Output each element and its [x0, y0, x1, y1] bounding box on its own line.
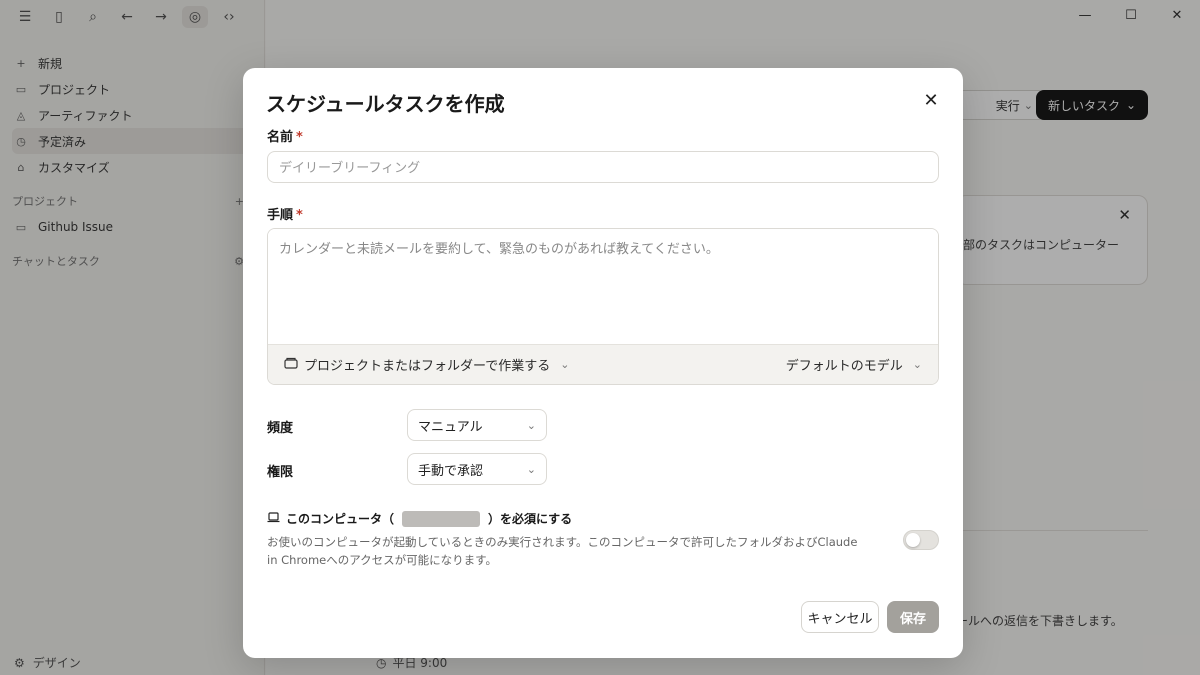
project-folder-button[interactable]: プロジェクトまたはフォルダーで作業する ⌄ — [284, 355, 569, 374]
chevron-down-icon: ⌄ — [560, 358, 570, 371]
chevron-down-icon: ⌄ — [526, 462, 536, 476]
permission-label: 権限 — [267, 465, 294, 480]
steps-label-text: 手順 — [267, 208, 294, 223]
chevron-down-icon: ⌄ — [526, 418, 536, 432]
dialog-title: スケジュールタスクを作成 — [266, 92, 505, 116]
required-mark: * — [296, 208, 303, 223]
frequency-label: 頻度 — [267, 421, 294, 436]
steps-footer: プロジェクトまたはフォルダーで作業する ⌄ デフォルトのモデル ⌄ — [268, 344, 938, 384]
permission-value: 手動で承認 — [418, 463, 484, 479]
require-computer-prefix: このコンピュータ（ — [286, 512, 395, 526]
name-label-text: 名前 — [267, 130, 294, 145]
required-mark: * — [296, 130, 303, 145]
save-button[interactable]: 保存 — [887, 601, 939, 633]
project-folder-label: プロジェクトまたはフォルダーで作業する — [304, 359, 551, 374]
require-computer-description: お使いのコンピュータが起動しているときのみ実行されます。このコンピュータで許可し… — [267, 535, 858, 567]
frequency-select[interactable]: マニュアル ⌄ — [407, 409, 547, 441]
require-computer-suffix: ）を必須にする — [488, 512, 573, 526]
toggle-knob — [906, 533, 920, 547]
frequency-value: マニュアル — [418, 419, 483, 435]
permission-select[interactable]: 手動で承認 ⌄ — [407, 453, 547, 485]
create-scheduled-task-dialog: スケジュールタスクを作成 ✕ 名前* 手順* プロジェクトまたはフォルダーで作業… — [243, 68, 963, 658]
chevron-down-icon: ⌄ — [912, 358, 922, 371]
cancel-button[interactable]: キャンセル — [801, 601, 879, 633]
steps-field: プロジェクトまたはフォルダーで作業する ⌄ デフォルトのモデル ⌄ — [267, 228, 939, 385]
name-input[interactable] — [267, 151, 939, 183]
steps-label: 手順 * — [267, 204, 303, 223]
model-select-button[interactable]: デフォルトのモデル ⌄ — [786, 355, 922, 374]
require-computer-heading: このコンピュータ（ ）を必須にする — [267, 510, 572, 527]
laptop-icon — [267, 511, 280, 526]
name-label: 名前 * — [267, 126, 303, 145]
close-icon[interactable]: ✕ — [921, 90, 941, 111]
steps-textarea[interactable] — [268, 229, 938, 345]
redacted-computer-name — [402, 510, 481, 527]
folder-icon — [284, 357, 298, 373]
model-label: デフォルトのモデル — [785, 359, 903, 374]
require-computer-toggle[interactable] — [903, 530, 939, 550]
